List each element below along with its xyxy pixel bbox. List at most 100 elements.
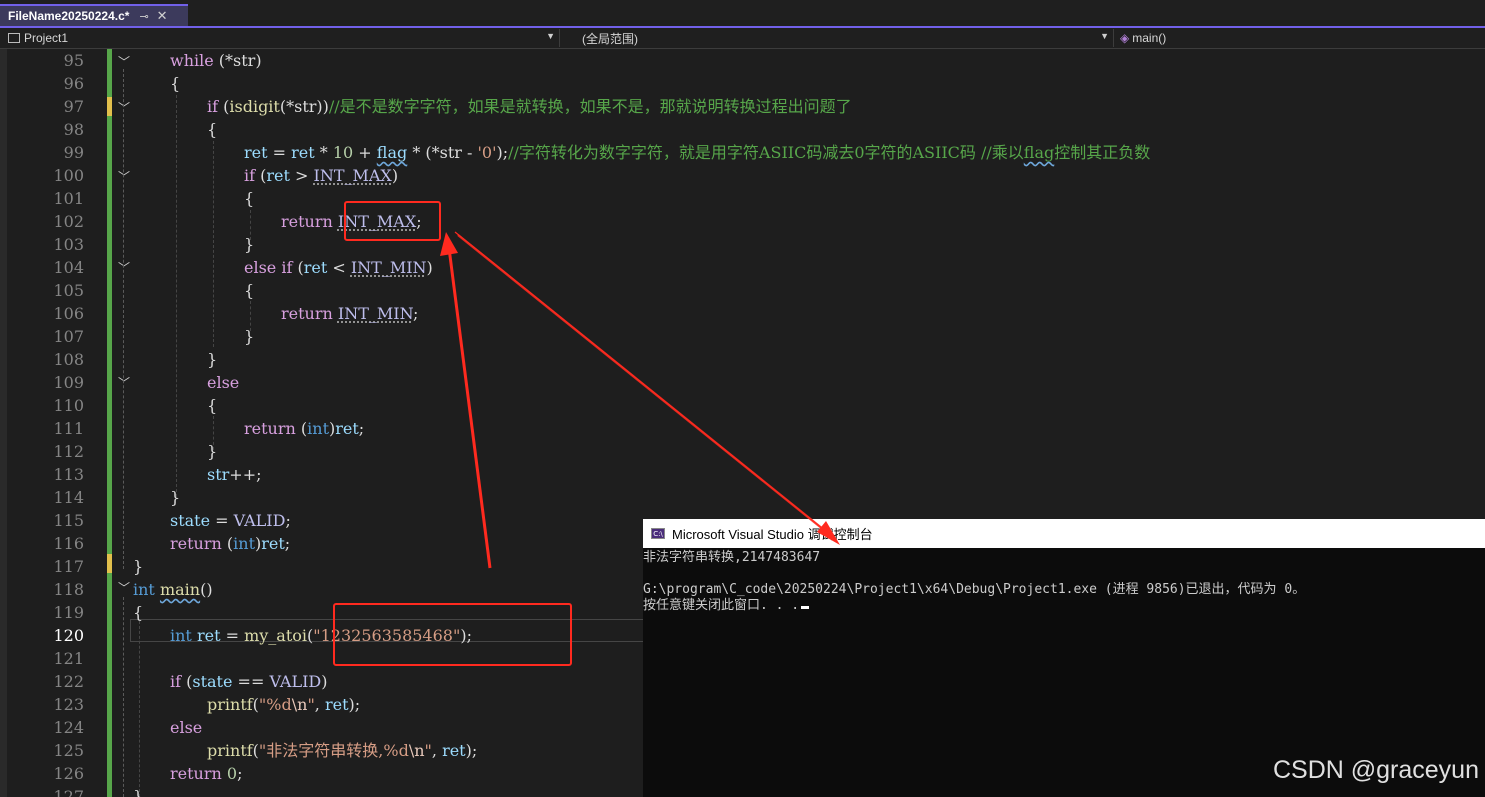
code-token: 10 (332, 143, 354, 162)
document-tab[interactable]: FileName20250224.c* ⊸ ✕ (0, 4, 188, 26)
code-line: } (244, 327, 255, 346)
pin-icon[interactable]: ⊸ (139, 10, 148, 23)
code-token: ; (284, 534, 291, 553)
code-token: " (424, 741, 432, 760)
code-line: else (170, 716, 202, 739)
code-token: state (170, 511, 211, 530)
line-number: 111 (53, 419, 84, 438)
code-token: * (*str - (407, 143, 478, 162)
code-token: else (207, 373, 240, 392)
code-token: ; (413, 304, 419, 323)
code-line: } (207, 442, 218, 461)
code-line: } (207, 350, 218, 369)
code-token: * (314, 143, 333, 162)
code-line: { (170, 74, 181, 93)
line-number: 108 (53, 350, 84, 369)
code-token: return (281, 212, 333, 231)
code-token: ) (391, 166, 399, 185)
code-token: ( (292, 258, 304, 277)
line-number-gutter: 95 96 97 98 99 100 101 102 103 104 105 106 107 108 109… (7, 49, 107, 797)
editor-margin (0, 49, 7, 797)
code-token: + (353, 143, 377, 162)
code-token: ret (324, 695, 349, 714)
console-app-icon: C:\ (651, 528, 665, 539)
code-token: ret (335, 419, 359, 438)
code-token: () (200, 580, 213, 599)
project-dropdown[interactable]: Project1 ▼ (8, 29, 560, 47)
code-token: printf (207, 741, 253, 760)
method-icon: ◈ (1120, 31, 1130, 45)
line-number: 124 (53, 718, 84, 737)
chevron-down-icon: ▼ (1100, 31, 1109, 41)
code-token: ); (348, 695, 361, 714)
code-token: \n (291, 695, 308, 714)
code-line: } (170, 488, 181, 507)
code-token: 0 (226, 764, 238, 783)
fold-chevron-icon[interactable]: ﹀ (118, 53, 130, 70)
unsaved-change-marker (107, 554, 112, 573)
line-number: 122 (53, 672, 84, 691)
chevron-down-icon: ▼ (546, 31, 555, 41)
scope-dropdown[interactable]: (全局范围) ▼ (566, 29, 1114, 47)
code-token: '0' (477, 143, 497, 162)
code-token: "非法字符串转换,%d (258, 741, 409, 760)
code-line: } (244, 235, 255, 254)
line-number: 119 (53, 603, 84, 622)
code-line: printf("%d\n", ret); (207, 693, 360, 716)
code-token: ) (426, 258, 433, 277)
project-icon (8, 33, 20, 43)
console-output-line: 非法字符串转换,2147483647 (643, 550, 821, 565)
fold-range-line (123, 597, 125, 797)
code-token: str (207, 465, 230, 484)
code-line: if (isdigit(*str))//是不是数字字符，如果是就转换，如果不是，… (207, 95, 852, 118)
code-line: ret = ret * 10 + flag * (*str - '0');//字… (244, 141, 1150, 164)
code-token: else (170, 718, 203, 737)
code-token: if (207, 97, 219, 116)
code-token: int (233, 534, 255, 553)
code-token: return (244, 419, 296, 438)
code-line: { (207, 396, 218, 415)
tab-title: FileName20250224.c* (8, 9, 130, 23)
fold-chevron-icon[interactable]: ﹀ (118, 579, 130, 596)
code-token: (*str) (213, 51, 262, 70)
code-token: ( (295, 419, 308, 438)
unsaved-change-marker (107, 97, 112, 116)
text-cursor (801, 606, 810, 609)
line-number: 127 (53, 787, 84, 797)
code-line: return (int)ret; (244, 417, 364, 440)
line-number: 99 (63, 143, 84, 162)
code-token: ( (181, 672, 193, 691)
line-number: 117 (53, 557, 84, 576)
close-icon[interactable]: ✕ (157, 8, 168, 24)
code-token: //字符转化为数字字符，就是用字符ASIIC码减去0字符的ASIIC码 //乘以 (508, 143, 1024, 162)
code-token: int (307, 419, 329, 438)
code-token: ret (442, 741, 466, 760)
code-line: } (133, 787, 144, 797)
code-token: VALID (233, 511, 286, 530)
line-number: 118 (53, 580, 84, 599)
code-token: return (281, 304, 333, 323)
code-token: 控制其正负数 (1054, 143, 1151, 162)
code-token: ; (285, 511, 291, 530)
console-title-bar[interactable]: C:\ Microsoft Visual Studio 调试控制台 (643, 519, 1485, 548)
code-token: ret (266, 166, 290, 185)
code-token: \n (408, 741, 425, 760)
line-number: 125 (53, 741, 84, 760)
project-label: Project1 (24, 31, 69, 45)
code-line: { (133, 603, 144, 622)
member-dropdown[interactable]: ◈ main() (1120, 29, 1485, 47)
code-token: ); (465, 741, 478, 760)
code-token: = (210, 511, 234, 530)
line-number: 105 (53, 281, 84, 300)
code-line: while (*str) (170, 49, 262, 72)
line-number: 121 (53, 649, 84, 668)
code-token: ret (244, 143, 268, 162)
code-token: VALID (269, 672, 322, 691)
code-token: state (192, 672, 233, 691)
code-token: ( (218, 97, 230, 116)
code-token: INT_MIN (350, 258, 427, 277)
console-output-line: G:\program\C_code\20250224\Project1\x64\… (643, 582, 1306, 597)
code-token: else if (244, 258, 293, 277)
console-title: Microsoft Visual Studio 调试控制台 (672, 527, 873, 542)
change-tracking-bar (107, 49, 112, 797)
